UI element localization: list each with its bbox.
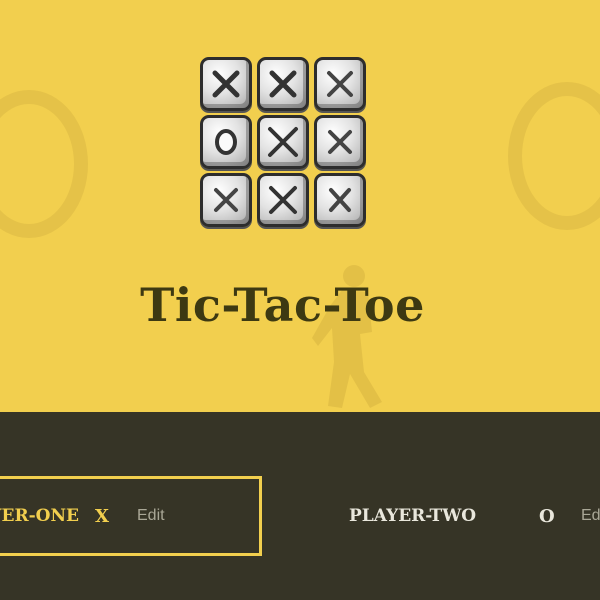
x-mark-icon	[214, 188, 238, 212]
x-mark-icon	[269, 186, 297, 214]
game-page: Tic-Tac-Toe PLAYER-ONE X Edit PLAYER-TWO…	[0, 0, 600, 600]
edit-player-one-button[interactable]: Edit	[137, 507, 165, 525]
o-mark-icon	[215, 129, 237, 155]
logo-tile-x	[257, 173, 309, 227]
game-logo	[200, 57, 366, 231]
logo-tile-x	[314, 57, 366, 111]
background-o-mark	[0, 90, 88, 238]
x-mark-icon	[328, 130, 352, 154]
player-two-name: PLAYER-TWO	[349, 506, 477, 526]
logo-tile-o	[200, 115, 252, 169]
logo-tile-x	[200, 57, 252, 111]
logo-tile-x	[200, 173, 252, 227]
player-one-name: PLAYER-ONE	[0, 506, 79, 526]
x-mark-icon	[327, 71, 353, 97]
player-two-symbol: O	[539, 505, 555, 527]
player-card-one: PLAYER-ONE X Edit	[0, 476, 262, 556]
player-one-symbol: X	[95, 505, 109, 527]
header-section: Tic-Tac-Toe	[0, 0, 600, 412]
x-mark-icon	[268, 127, 298, 157]
logo-tile-x	[257, 115, 309, 169]
x-mark-icon	[329, 188, 351, 212]
background-o-mark	[508, 82, 600, 230]
x-mark-icon	[269, 70, 297, 98]
edit-player-two-button[interactable]: Edit	[581, 507, 600, 525]
logo-tile-x	[314, 115, 366, 169]
page-title: Tic-Tac-Toe	[140, 278, 425, 332]
player-card-two: PLAYER-TWO O Edit	[349, 476, 600, 556]
players-panel: PLAYER-ONE X Edit PLAYER-TWO O Edit	[0, 412, 600, 600]
x-mark-icon	[212, 70, 240, 98]
logo-tile-x	[257, 57, 309, 111]
logo-tile-x	[314, 173, 366, 227]
